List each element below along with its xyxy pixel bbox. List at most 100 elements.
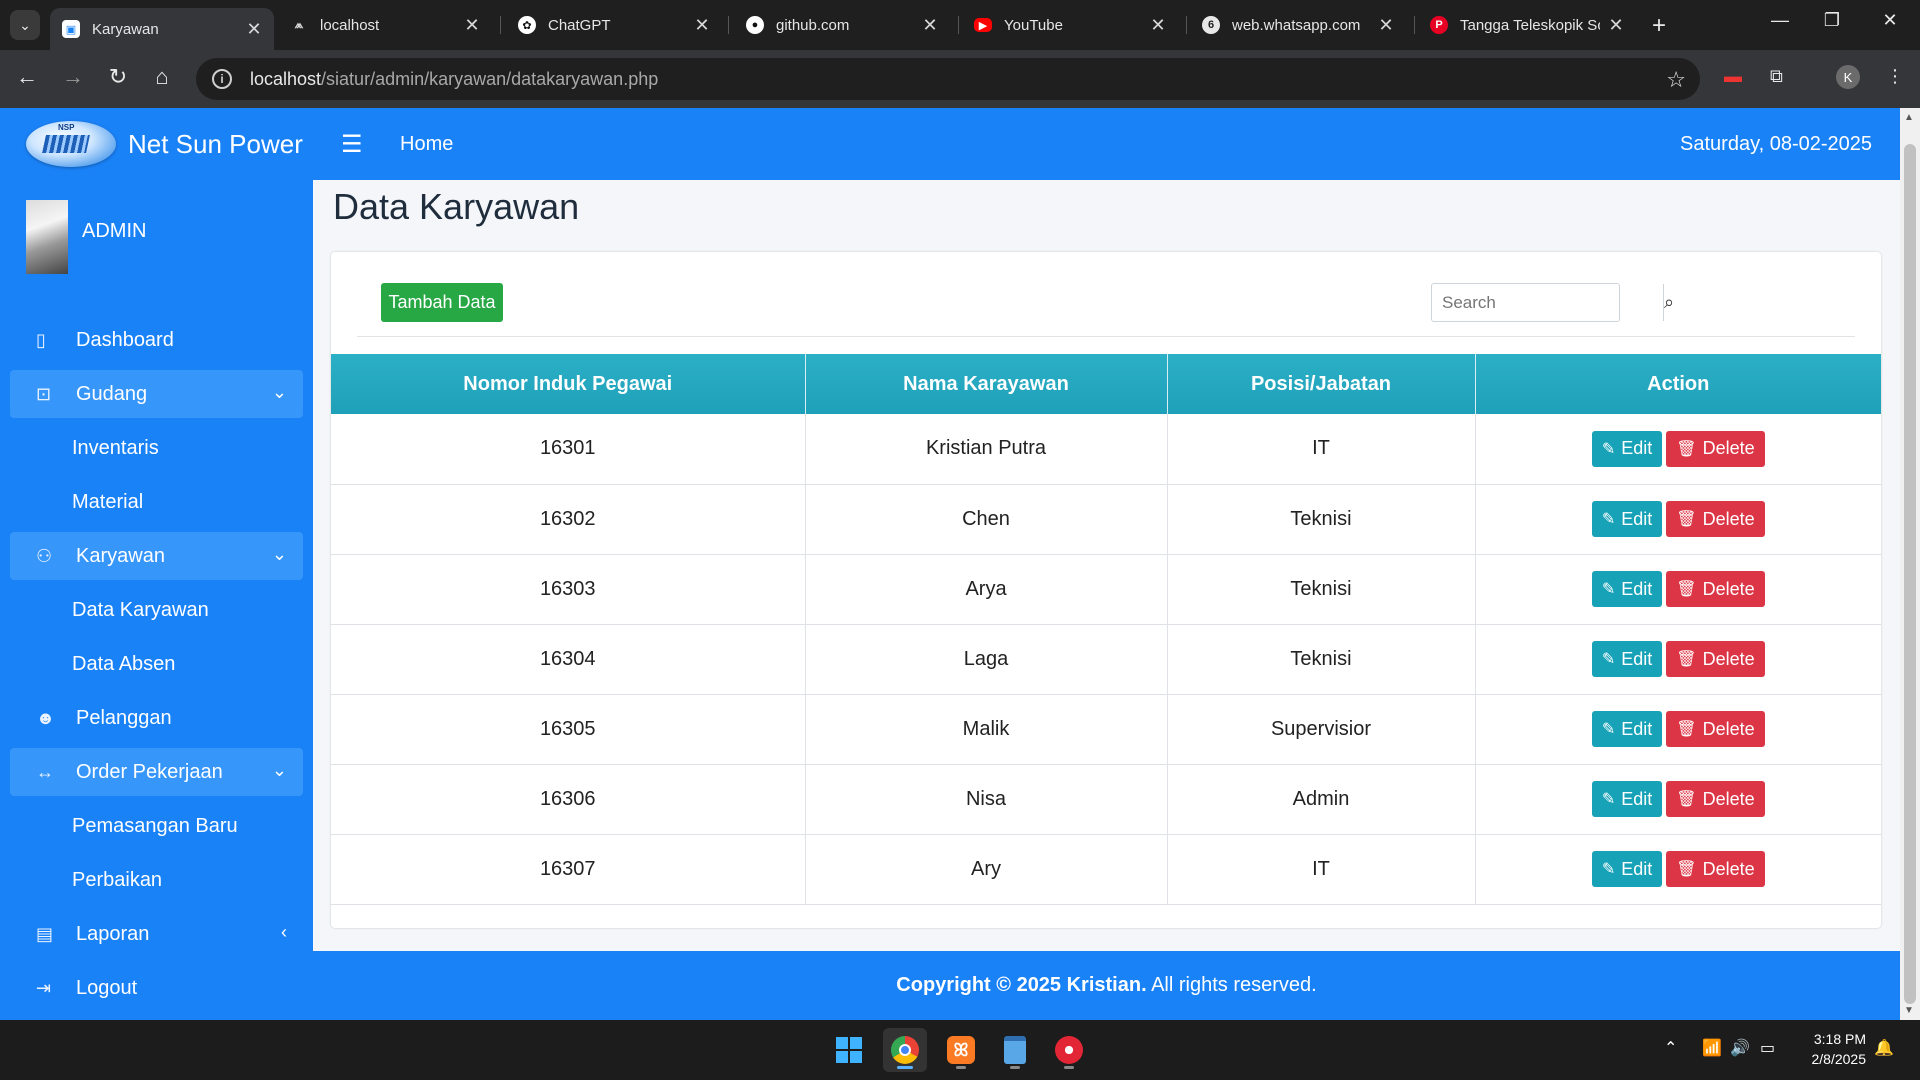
- sidebar-item-perbaikan[interactable]: Perbaikan: [10, 856, 303, 904]
- address-bar[interactable]: i localhost/siatur/admin/karyawan/dataka…: [196, 58, 1700, 100]
- sidebar-item-gudang[interactable]: ⊡ Gudang ⌄: [10, 370, 303, 418]
- delete-button[interactable]: 🗑 Delete: [1666, 571, 1765, 607]
- user-name[interactable]: ADMIN: [82, 220, 146, 243]
- clock-time: 3:18 PM: [1813, 1031, 1866, 1047]
- edit-button[interactable]: ✎ Edit: [1591, 430, 1663, 467]
- close-icon[interactable]: ✕: [922, 15, 938, 36]
- close-icon[interactable]: ✕: [246, 19, 262, 40]
- sidebar-item-laporan[interactable]: ▤ Laporan ‹: [10, 910, 303, 958]
- delete-button[interactable]: 🗑 Delete: [1666, 641, 1765, 677]
- edit-button[interactable]: ✎ Edit: [1591, 851, 1663, 887]
- sidebar-item-order-pekerjaan[interactable]: ↔ Order Pekerjaan ⌄: [10, 748, 303, 796]
- delete-button[interactable]: 🗑 Delete: [1666, 711, 1765, 747]
- site-info-icon[interactable]: i: [212, 69, 232, 89]
- close-icon[interactable]: ✕: [464, 15, 480, 36]
- start-button[interactable]: [827, 1028, 871, 1072]
- edit-button[interactable]: ✎ Edit: [1591, 781, 1663, 817]
- close-icon[interactable]: ✕: [1608, 15, 1624, 36]
- scroll-up-arrow-icon[interactable]: ▲: [1904, 112, 1914, 123]
- sidebar-item-pelanggan[interactable]: ☻ Pelanggan: [10, 694, 303, 742]
- tab-github[interactable]: ● github.com ✕: [734, 8, 950, 42]
- home-icon[interactable]: ⌂: [147, 64, 177, 90]
- brand[interactable]: NSP Net Sun Power: [0, 108, 313, 180]
- delete-button[interactable]: 🗑 Delete: [1666, 501, 1765, 537]
- delete-button[interactable]: 🗑 Delete: [1666, 851, 1765, 887]
- back-icon[interactable]: ←: [12, 64, 42, 90]
- browser-tab-bar: ⌄ ▣ Karyawan ✕ ⩕ localhost ✕ ✿ ChatGPT ✕…: [0, 0, 1920, 50]
- taskbar-notepad[interactable]: [993, 1028, 1037, 1072]
- search-button[interactable]: ⌕: [1663, 284, 1674, 321]
- page-scrollbar[interactable]: ▲ ▼: [1900, 108, 1920, 1020]
- hamburger-menu-icon[interactable]: ☰: [341, 130, 363, 159]
- edit-button[interactable]: ✎ Edit: [1591, 641, 1663, 677]
- tab-title: ChatGPT: [548, 16, 611, 34]
- add-data-button[interactable]: Tambah Data: [381, 283, 503, 322]
- restore-icon[interactable]: ❐: [1812, 10, 1852, 31]
- tab-title: YouTube: [1004, 16, 1063, 34]
- taskbar-clock[interactable]: 3:18 PM 2/8/2025: [1812, 1029, 1867, 1069]
- scrollbar-thumb[interactable]: [1904, 144, 1916, 1004]
- logout-icon: ⇥: [36, 977, 52, 998]
- scroll-down-arrow-icon[interactable]: ▼: [1904, 1005, 1914, 1016]
- tab-youtube[interactable]: ▶ YouTube ✕: [962, 8, 1178, 42]
- sidebar-item-data-karyawan[interactable]: Data Karyawan: [10, 586, 303, 634]
- top-navbar: ☰ Home Saturday, 08-02-2025: [313, 108, 1900, 180]
- tab-search-button[interactable]: ⌄: [10, 10, 40, 40]
- sidebar-item-data-absen[interactable]: Data Absen: [10, 640, 303, 688]
- cell-posisi: Teknisi: [1167, 624, 1476, 695]
- data-card: Tambah Data ⌕ Nomor Induk Pegawai Nama K…: [331, 252, 1881, 928]
- new-tab-icon[interactable]: +: [1652, 12, 1666, 40]
- page-viewport: NSP Net Sun Power ADMIN ▯ Dashboard ⊡ Gu…: [0, 108, 1920, 1020]
- tab-localhost[interactable]: ⩕ localhost ✕: [278, 8, 492, 42]
- reload-icon[interactable]: ↻: [103, 64, 133, 90]
- sidebar-item-material[interactable]: Material: [10, 478, 303, 526]
- search-input[interactable]: [1432, 284, 1663, 321]
- edit-button[interactable]: ✎ Edit: [1591, 571, 1663, 607]
- whatsapp-icon: 6: [1202, 16, 1220, 34]
- search-group: ⌕: [1431, 283, 1674, 322]
- home-link[interactable]: Home: [400, 133, 453, 156]
- volume-icon[interactable]: 🔊: [1730, 1038, 1750, 1058]
- bookmark-star-icon[interactable]: ☆: [1666, 67, 1686, 93]
- xampp-icon: ⩕: [294, 18, 304, 31]
- minimize-icon[interactable]: —: [1760, 10, 1800, 31]
- close-icon[interactable]: ✕: [1150, 15, 1166, 36]
- profile-avatar[interactable]: K: [1836, 65, 1860, 89]
- taskbar-chrome[interactable]: [883, 1028, 927, 1072]
- sidebar-item-logout[interactable]: ⇥ Logout: [10, 964, 303, 1012]
- table-row: 16301 Kristian Putra IT ✎ Edit 🗑 Delete: [331, 414, 1881, 485]
- taskbar-xampp[interactable]: ꕤ: [939, 1028, 983, 1072]
- tab-chatgpt[interactable]: ✿ ChatGPT ✕: [506, 8, 722, 42]
- sidebar-item-pemasangan-baru[interactable]: Pemasangan Baru: [10, 802, 303, 850]
- menu-dots-icon[interactable]: ⋮: [1886, 66, 1904, 87]
- battery-icon[interactable]: ▭: [1760, 1038, 1775, 1058]
- wifi-icon[interactable]: 📶: [1702, 1038, 1722, 1058]
- page-icon: ▣: [62, 20, 80, 38]
- edit-button[interactable]: ✎ Edit: [1591, 711, 1663, 747]
- forward-icon[interactable]: →: [58, 64, 88, 90]
- sidebar-item-dashboard[interactable]: ▯ Dashboard: [10, 316, 303, 364]
- tab-pinterest[interactable]: P Tangga Teleskopik Sc ✕: [1418, 8, 1636, 42]
- window-close-icon[interactable]: ✕: [1870, 10, 1910, 31]
- cell-nama: Kristian Putra: [805, 414, 1168, 485]
- delete-button[interactable]: 🗑 Delete: [1666, 781, 1765, 817]
- close-icon[interactable]: ✕: [694, 15, 710, 36]
- chevron-up-icon[interactable]: ⌃: [1664, 1038, 1677, 1058]
- cell-posisi: Teknisi: [1167, 554, 1476, 625]
- terminal-extension-icon[interactable]: ▬: [1724, 66, 1742, 87]
- close-icon[interactable]: ✕: [1378, 15, 1394, 36]
- notification-bell-icon[interactable]: 🔔: [1874, 1038, 1894, 1058]
- sidebar-item-karyawan[interactable]: ⚇ Karyawan ⌄: [10, 532, 303, 580]
- taskbar-app[interactable]: [1047, 1028, 1091, 1072]
- tab-karyawan[interactable]: ▣ Karyawan ✕: [50, 8, 274, 50]
- sidebar-item-inventaris[interactable]: Inventaris: [10, 424, 303, 472]
- cell-nip: 16301: [331, 414, 806, 485]
- extensions-icon[interactable]: ⧉: [1770, 66, 1783, 87]
- tab-whatsapp[interactable]: 6 web.whatsapp.com ✕: [1190, 8, 1406, 42]
- employee-table: Nomor Induk Pegawai Nama Karayawan Posis…: [331, 354, 1881, 905]
- edit-button[interactable]: ✎ Edit: [1591, 501, 1663, 537]
- delete-button[interactable]: 🗑 Delete: [1666, 430, 1765, 467]
- youtube-icon: ▶: [974, 18, 992, 32]
- cell-action: ✎ Edit 🗑 Delete: [1475, 484, 1881, 555]
- warehouse-icon: ⊡: [36, 383, 52, 404]
